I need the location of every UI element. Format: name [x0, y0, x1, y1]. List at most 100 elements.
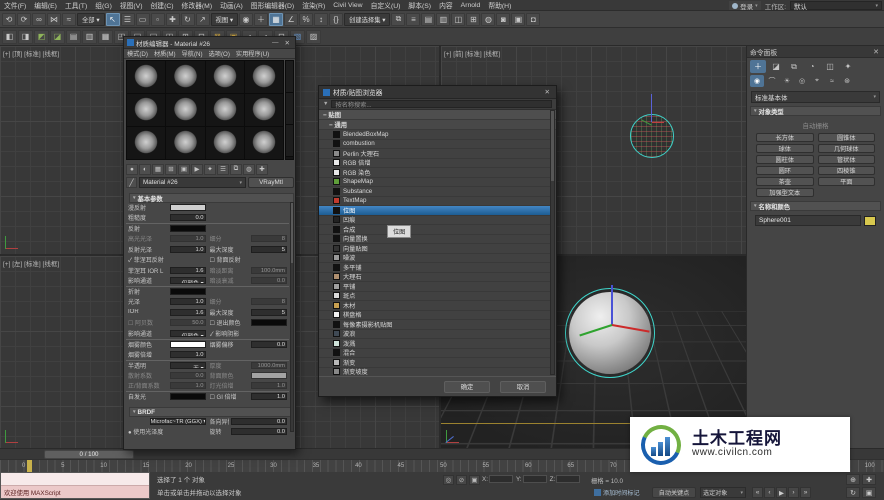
param-field[interactable]: 0.0	[251, 341, 287, 348]
primitive-button[interactable]: 茶壶	[756, 177, 814, 186]
snaps-toggle-icon[interactable]: ▦	[269, 13, 283, 26]
material-name-dropdown[interactable]: Material #26▾	[139, 177, 246, 188]
menu-item[interactable]: 内容	[435, 0, 457, 10]
param-field[interactable]: 1.0	[170, 351, 206, 358]
sample-tiling-icon[interactable]: ⊞	[165, 164, 177, 175]
extras-toolbar-icon[interactable]: ▦	[98, 30, 113, 44]
extras-toolbar-icon[interactable]: ◩	[34, 30, 49, 44]
map-item[interactable]: 向量贴图	[319, 244, 552, 254]
move-gizmo-z-axis[interactable]	[651, 94, 652, 122]
map-item[interactable]: 斑点	[319, 292, 552, 302]
sample-slot[interactable]	[166, 127, 204, 159]
param-field[interactable]: 0.0	[231, 418, 287, 425]
absolute-offset-icon[interactable]: ▣	[469, 475, 480, 485]
sample-slot[interactable]	[245, 61, 283, 93]
video-color-check-icon[interactable]: ▣	[178, 164, 190, 175]
time-slider-handle[interactable]: 0 / 100	[44, 450, 134, 459]
param-field[interactable]: 1.0	[251, 382, 287, 389]
scrollbar[interactable]	[550, 110, 555, 375]
tab-create[interactable]: ＋	[750, 60, 766, 73]
param-field[interactable]: 0.0	[231, 428, 287, 435]
percent-snap-icon[interactable]: %	[299, 13, 313, 26]
map-item[interactable]: Substance	[319, 187, 552, 197]
primitive-button[interactable]: 几何球体	[818, 144, 876, 153]
param-field[interactable]: 1.0	[170, 298, 206, 305]
primitive-category-dropdown[interactable]: 标准基本体 ▾	[751, 91, 880, 103]
param-field[interactable]	[170, 341, 206, 348]
rollout-object-type[interactable]: 对象类型	[750, 106, 881, 116]
move-gizmo-z-axis[interactable]	[611, 285, 613, 326]
ok-button[interactable]: 确定	[444, 381, 490, 393]
search-input[interactable]: 按名称搜索...	[331, 100, 552, 108]
primitive-button[interactable]: 平面	[818, 177, 876, 186]
sample-slot[interactable]	[166, 94, 204, 126]
options-icon[interactable]: ✦	[204, 164, 216, 175]
menu-item[interactable]: 实用程序(U)	[233, 49, 272, 58]
map-item[interactable]: RGB 染色	[319, 168, 552, 178]
close-icon[interactable]: ✕	[283, 39, 292, 47]
map-item[interactable]: 凹痕	[319, 216, 552, 226]
subtab-spacewarps[interactable]: ≈	[825, 75, 839, 87]
menu-item[interactable]: 工具(T)	[61, 0, 91, 10]
subtab-systems[interactable]: ⊛	[840, 75, 854, 87]
map-item[interactable]: 位图	[319, 206, 552, 216]
param-field[interactable]	[251, 372, 287, 379]
next-frame-icon[interactable]: ›	[788, 487, 799, 498]
map-item[interactable]: 渐变	[319, 358, 552, 368]
maxscript-input[interactable]	[1, 473, 149, 486]
extras-toolbar-icon[interactable]: ▤	[66, 30, 81, 44]
primitive-button[interactable]: 圆柱体	[756, 155, 814, 164]
param-field[interactable]: 无 ▾	[170, 362, 206, 369]
sphere-object-wireframe[interactable]	[630, 114, 674, 158]
map-item[interactable]: 波浪	[319, 330, 552, 340]
param-field[interactable]: 0.0	[170, 214, 206, 221]
primitive-button[interactable]: 圆环	[756, 166, 814, 175]
param-field[interactable]: 仅颜色 ▾	[170, 277, 206, 284]
reference-coordinate-dropdown[interactable]: 视图 ▾	[211, 13, 239, 26]
redo-icon[interactable]: ⟳	[17, 13, 31, 26]
extras-toolbar-icon[interactable]: ▨	[306, 30, 321, 44]
curve-editor-icon[interactable]: ◫	[451, 13, 465, 26]
close-icon[interactable]: ✕	[871, 48, 881, 56]
coordinate-field[interactable]	[523, 475, 547, 483]
menu-item[interactable]: 材质(M)	[151, 49, 179, 58]
go-to-start-icon[interactable]: «	[752, 487, 763, 498]
tab-display[interactable]: ◫	[822, 60, 838, 73]
angle-snap-icon[interactable]: ∠	[284, 13, 298, 26]
select-object-icon[interactable]: ↖	[106, 13, 120, 26]
map-item[interactable]: 棋盘格	[319, 311, 552, 321]
param-field[interactable]: 8	[251, 298, 287, 305]
tab-utilities[interactable]: ✦	[840, 60, 856, 73]
select-and-move-icon[interactable]: ✚	[166, 13, 180, 26]
rendered-frame-icon[interactable]: ▣	[511, 13, 525, 26]
menu-item[interactable]: 自定义(U)	[367, 0, 405, 10]
param-field[interactable]: 5	[251, 246, 287, 253]
isolate-selection-icon[interactable]: ◎	[443, 475, 454, 485]
menu-item[interactable]: 导航(N)	[179, 49, 206, 58]
sample-slot[interactable]	[245, 94, 283, 126]
material-type-button[interactable]: VRayMtl	[248, 177, 294, 188]
param-field[interactable]: 1.6	[170, 267, 206, 274]
sample-slot[interactable]	[206, 94, 244, 126]
menu-item[interactable]: 图形编辑器(D)	[247, 0, 298, 10]
menu-item[interactable]: 文件(F)	[0, 0, 30, 10]
map-item[interactable]: combustion	[319, 140, 552, 150]
sample-slot[interactable]	[127, 127, 165, 159]
bind-to-space-warp-icon[interactable]: ≈	[62, 13, 76, 26]
backlight-icon[interactable]: ◐	[139, 164, 151, 175]
orbit-icon[interactable]: ↻	[846, 487, 860, 498]
sample-slot[interactable]	[127, 94, 165, 126]
window-crossing-icon[interactable]: ▫	[151, 13, 165, 26]
key-selection-filter-dropdown[interactable]: 选定对象▾	[700, 487, 746, 498]
menu-item[interactable]: 编辑(E)	[30, 0, 61, 10]
rectangular-region-icon[interactable]: ▭	[136, 13, 150, 26]
menu-item[interactable]: 创建(C)	[147, 0, 178, 10]
map-item[interactable]: RGB 倍增	[319, 159, 552, 169]
browser-titlebar[interactable]: 材质/贴图浏览器 ✕	[319, 86, 556, 99]
chevron-down-icon[interactable]: ▼	[323, 101, 328, 107]
map-item[interactable]: ShapeMap	[319, 178, 552, 188]
schematic-view-icon[interactable]: ⊞	[466, 13, 480, 26]
sample-slot[interactable]	[166, 61, 204, 93]
undo-icon[interactable]: ⟲	[2, 13, 16, 26]
login-button[interactable]: 登录▾	[729, 1, 761, 10]
